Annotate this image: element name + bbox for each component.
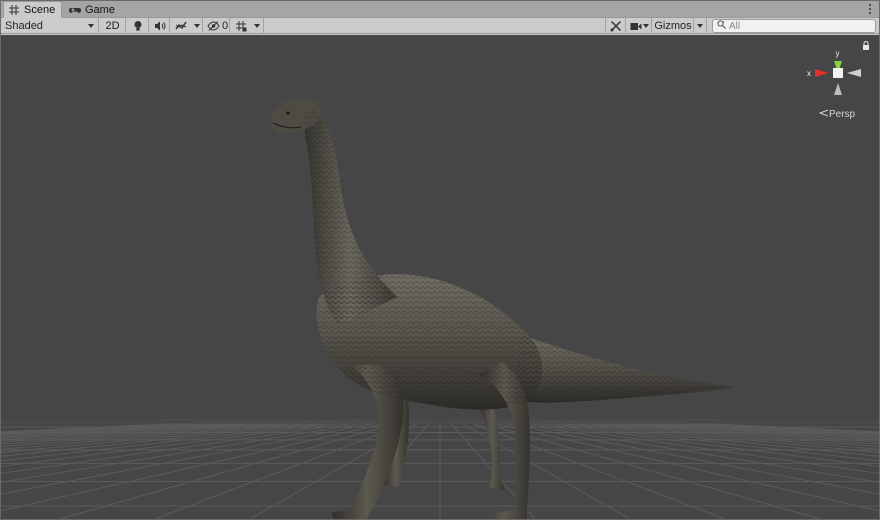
scene-window: Scene Game Shaded 2D 0 Gizmos All y x Pe… [0,0,880,520]
hierarchy-search[interactable] [712,19,876,33]
scene-viewport[interactable]: y x Persp [1,35,879,519]
camera-settings-dropdown[interactable] [627,18,652,34]
grid-snap-icon [235,20,247,32]
gizmos-dropdown[interactable] [694,18,707,34]
axis-x-label: x [807,69,811,78]
scene-toolbar: Shaded 2D 0 Gizmos All [1,18,879,34]
tab-scene[interactable]: Scene [3,1,63,18]
effects-icon [175,21,187,31]
axis-neg-x-handle[interactable] [847,69,861,77]
gizmos-button[interactable]: Gizmos [653,18,694,34]
projection-label: Persp [829,109,856,120]
toggle-2d-label: 2D [105,20,120,32]
eye-slash-icon [207,21,220,31]
tools-icon [610,20,622,32]
search-icon [717,20,726,32]
hidden-objects-count: 0 [222,20,229,32]
shading-mode-dropdown[interactable]: Shaded [1,18,99,34]
speaker-icon [154,21,166,31]
tab-game-label: Game [85,4,115,16]
axis-x-handle[interactable] [815,69,829,77]
toggle-2d-button[interactable]: 2D [100,18,126,34]
chevron-down-icon [642,24,649,28]
audio-toggle-button[interactable] [150,18,170,34]
effects-toggle-button[interactable] [171,18,191,34]
axis-neg-y-handle[interactable] [834,83,842,95]
shading-mode-value: Shaded [5,20,43,32]
lock-icon[interactable] [863,41,869,51]
dinosaur-shape [271,98,735,519]
chevron-down-icon [254,24,260,28]
view-center-cube[interactable] [833,68,843,78]
grid-hash-icon [8,4,20,16]
grid-dropdown[interactable] [251,18,264,34]
chevron-down-icon [193,24,200,28]
scene-visibility-toggle[interactable]: 0 [204,18,230,34]
grid-toggle-button[interactable] [231,18,251,34]
perspective-icon [818,109,829,120]
gamepad-icon [69,4,81,16]
chevron-down-icon [88,24,94,28]
gizmos-label: Gizmos [654,20,692,32]
tab-scene-label: Scene [24,4,56,16]
lightbulb-icon [133,20,143,32]
tools-toggle-button[interactable] [605,18,626,34]
video-camera-icon [630,22,642,31]
more-options-icon[interactable] [867,3,873,15]
projection-toggle[interactable]: Persp [818,109,856,120]
brachiosaurus-model[interactable] [1,35,879,519]
tab-game[interactable]: Game [65,2,121,18]
search-input[interactable] [729,20,869,32]
axis-y-label: y [836,49,840,58]
lighting-toggle-button[interactable] [127,18,149,34]
effects-dropdown[interactable] [191,18,203,34]
chevron-down-icon [697,24,703,28]
tab-bar: Scene Game [1,1,879,18]
